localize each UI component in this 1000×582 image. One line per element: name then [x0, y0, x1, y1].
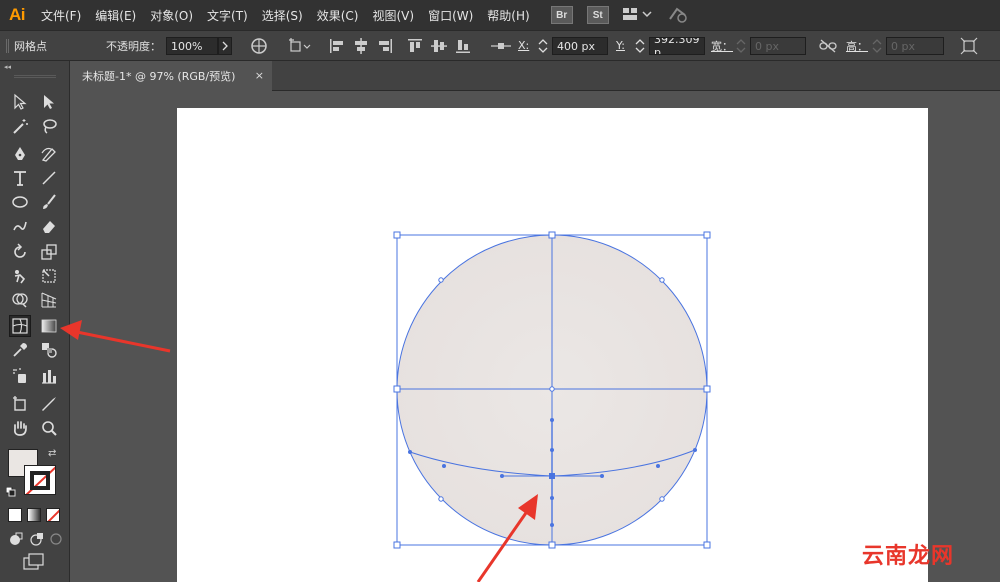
selected-mesh-point[interactable]: [549, 473, 555, 479]
watermark-text: 云南龙网: [862, 544, 955, 569]
annotation-arrow-tool: [60, 320, 171, 353]
canvas-overlay: [60, 231, 711, 582]
